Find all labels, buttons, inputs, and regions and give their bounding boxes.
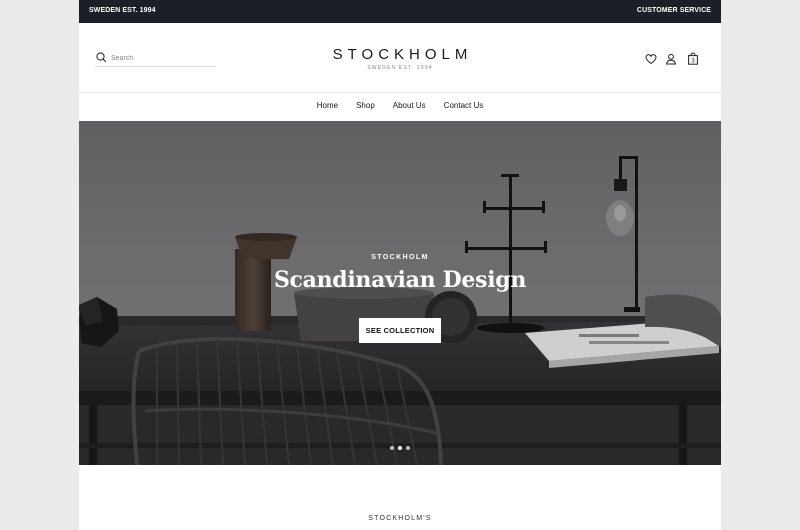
nav-item-shop[interactable]: Shop (347, 93, 384, 119)
slider-dot-1[interactable] (390, 446, 394, 450)
nav-item-home[interactable]: Home (308, 93, 347, 119)
logo[interactable]: STOCKHOLM SWEDEN EST. 1994 (79, 47, 721, 71)
hero-eyebrow: STOCKHOLM (371, 254, 429, 261)
hero-title: Scandinavian Design (273, 267, 527, 293)
hero-banner: STOCKHOLM Scandinavian Design SEE COLLEC… (79, 121, 721, 465)
hero-text: STOCKHOLM Scandinavian Design (79, 254, 721, 293)
top-bar-tagline: SWEDEN EST. 1994 (89, 7, 156, 14)
header-icons: 3 (645, 52, 705, 66)
cart-count: 3 (691, 59, 695, 65)
main-nav: Home Shop About Us Contact Us (79, 93, 721, 121)
customer-service-link[interactable]: CUSTOMER SERVICE (637, 7, 711, 14)
hero-background-image (79, 121, 721, 465)
account-user-icon[interactable] (665, 52, 677, 70)
logo-wordmark[interactable]: STOCKHOLM (79, 47, 721, 62)
logo-tagline: SWEDEN EST. 1994 (367, 65, 433, 71)
page: SWEDEN EST. 1994 CUSTOMER SERVICE STOCKH… (79, 0, 721, 530)
top-bar: SWEDEN EST. 1994 CUSTOMER SERVICE (79, 0, 721, 23)
section-eyebrow: STOCKHOLM'S (368, 515, 432, 522)
wishlist-heart-icon[interactable] (645, 52, 657, 70)
slider-dot-3[interactable] (406, 446, 410, 450)
slider-dot-2-active[interactable] (398, 446, 402, 450)
nav-item-about-us[interactable]: About Us (384, 93, 435, 119)
see-collection-button[interactable]: SEE COLLECTION (359, 318, 441, 343)
slider-dots (79, 446, 721, 450)
nav-item-contact-us[interactable]: Contact Us (435, 93, 493, 119)
header: STOCKHOLM SWEDEN EST. 1994 3 (79, 23, 721, 93)
cart-bag-icon[interactable]: 3 (687, 52, 699, 70)
